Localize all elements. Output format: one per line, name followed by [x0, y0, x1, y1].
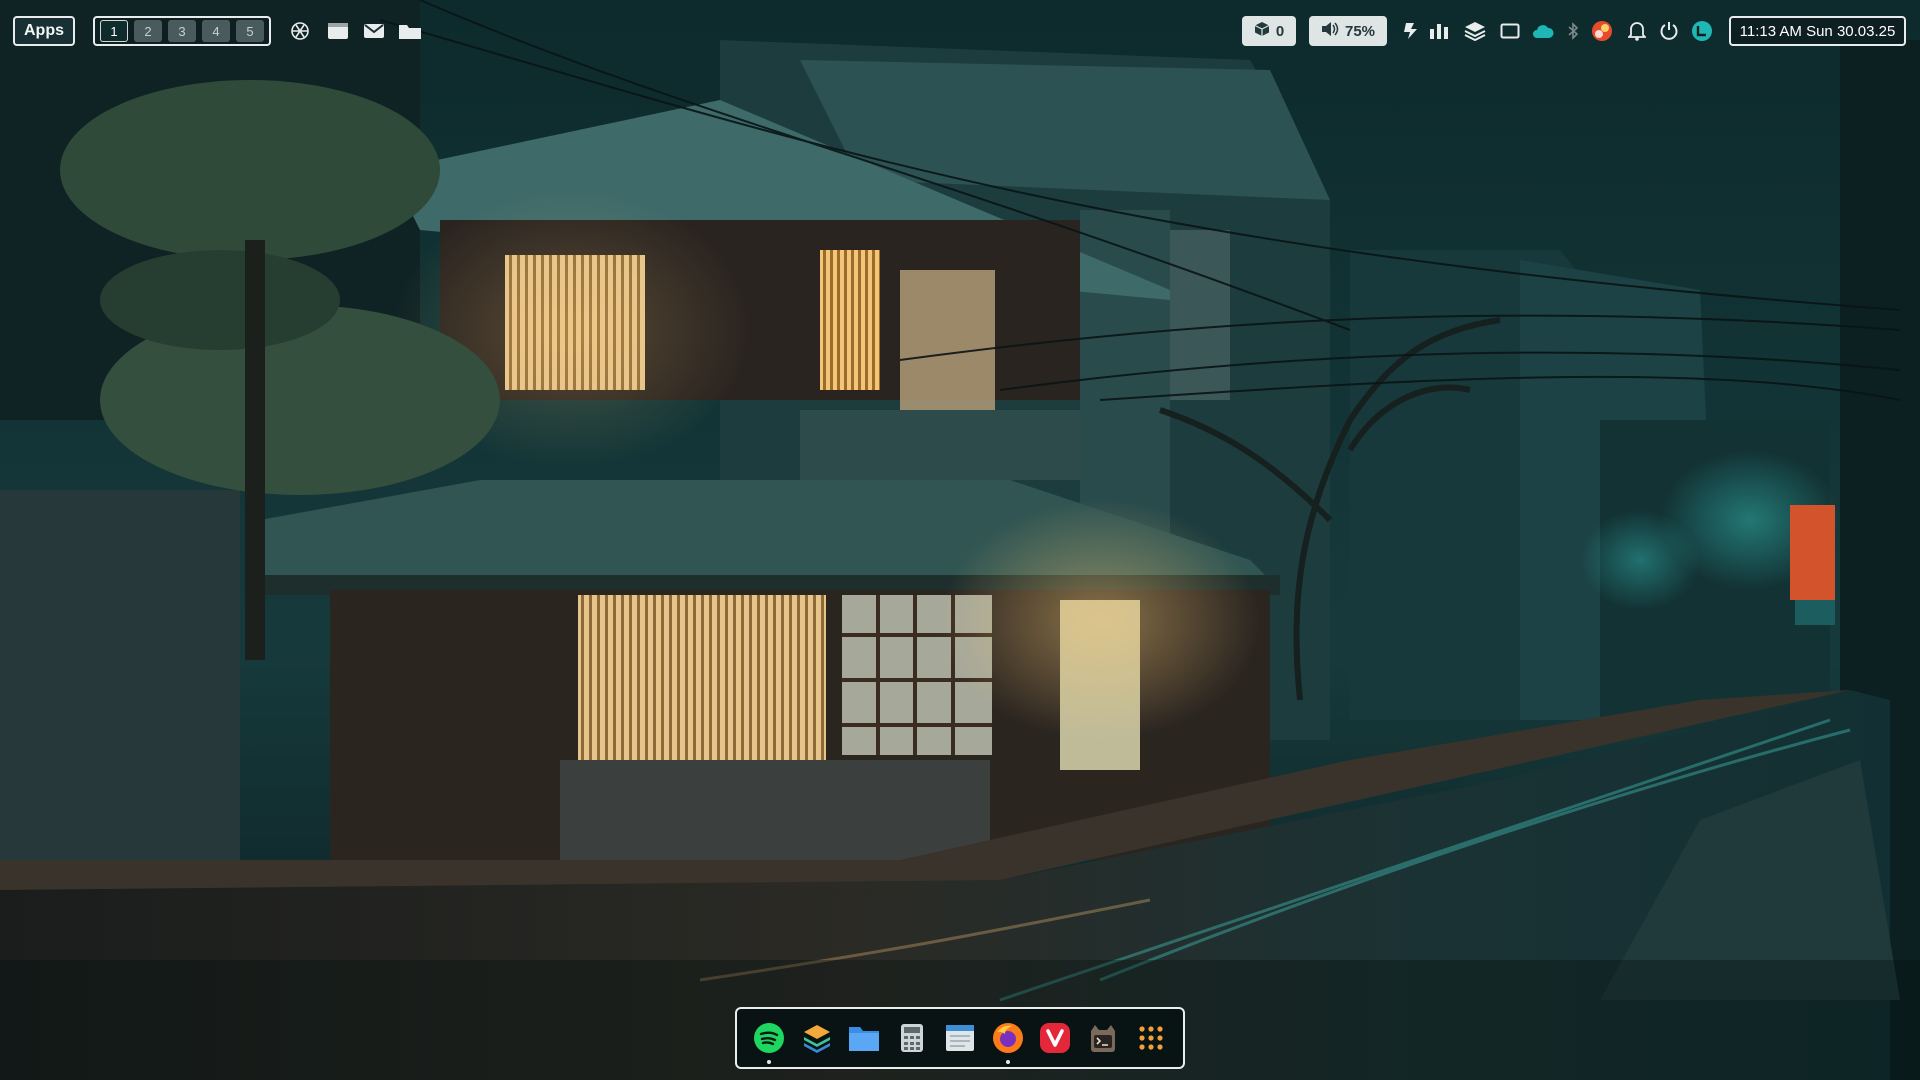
file-manager-icon: [849, 1027, 880, 1051]
dock-item-firefox[interactable]: [989, 1019, 1027, 1064]
avatar-icon[interactable]: [1589, 18, 1615, 44]
cloud-icon[interactable]: [1530, 18, 1556, 44]
desktop-wallpaper: [0, 0, 1920, 1080]
updates-count: 0: [1275, 22, 1285, 40]
dock-item-calculator[interactable]: [893, 1019, 931, 1057]
calculator-icon: [901, 1024, 924, 1052]
running-indicator: [766, 1060, 771, 1064]
workspace-4[interactable]: 4: [202, 20, 230, 42]
mail-icon[interactable]: [361, 18, 387, 44]
openai-icon[interactable]: [287, 18, 313, 44]
workspace-2[interactable]: 2: [134, 20, 162, 42]
workspace-5[interactable]: 5: [236, 20, 264, 42]
package-icon: [1254, 21, 1270, 41]
dock-item-files[interactable]: [845, 1019, 883, 1057]
workspace-1[interactable]: 1: [100, 20, 128, 42]
screen-icon[interactable]: [1497, 18, 1523, 44]
stack-icon: [803, 1025, 830, 1053]
app-grid-icon: [1139, 1026, 1163, 1050]
workspace-switcher: 1 2 3 4 5: [93, 16, 271, 46]
terminal-icon: [1091, 1025, 1116, 1052]
vivaldi-icon: [1040, 1023, 1071, 1053]
run-icon[interactable]: [1398, 18, 1424, 44]
speaker-icon: [1321, 21, 1339, 41]
window-icon[interactable]: [325, 18, 351, 44]
volume-indicator[interactable]: 75%: [1309, 16, 1387, 46]
top-panel: Apps 1 2 3 4 5 0 75% 11:13 AM Sun 30.03.…: [0, 0, 1920, 62]
workspace-3[interactable]: 3: [168, 20, 196, 42]
dock-item-vivaldi[interactable]: [1036, 1019, 1074, 1057]
dock-item-stack[interactable]: [798, 1019, 836, 1057]
dock-item-text-editor[interactable]: [941, 1019, 979, 1057]
dock-item-app-grid[interactable]: [1132, 1019, 1170, 1057]
folder-icon[interactable]: [397, 18, 423, 44]
bell-icon[interactable]: [1624, 18, 1650, 44]
layers-icon[interactable]: [1462, 18, 1488, 44]
dock-item-terminal[interactable]: [1084, 1019, 1122, 1057]
bluetooth-icon[interactable]: [1560, 18, 1586, 44]
apps-button[interactable]: Apps: [13, 16, 75, 46]
text-editor-icon: [945, 1025, 974, 1051]
user-badge-icon[interactable]: [1689, 18, 1715, 44]
firefox-icon: [992, 1023, 1023, 1053]
clock[interactable]: 11:13 AM Sun 30.03.25: [1729, 16, 1906, 46]
spotify-icon: [753, 1023, 784, 1053]
power-icon[interactable]: [1656, 18, 1682, 44]
dock: [735, 1007, 1185, 1069]
dock-item-spotify[interactable]: [750, 1019, 788, 1064]
running-indicator: [1005, 1060, 1010, 1064]
equalizer-icon[interactable]: [1426, 18, 1452, 44]
updates-indicator[interactable]: 0: [1242, 16, 1296, 46]
volume-level: 75%: [1344, 22, 1376, 40]
